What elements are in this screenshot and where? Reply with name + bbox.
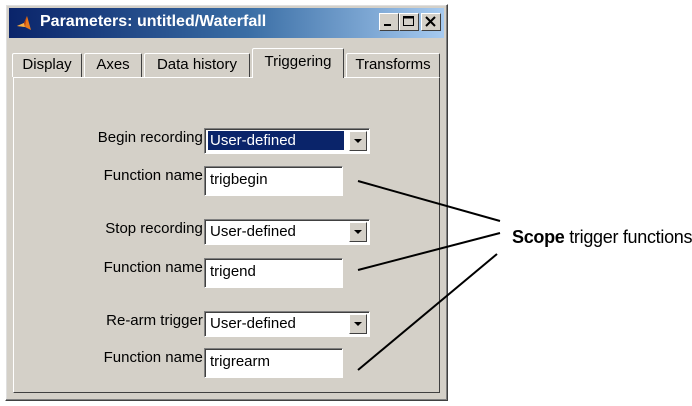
- callout-lines: [357, 180, 501, 371]
- annotation-rest: trigger functions: [564, 227, 692, 247]
- annotation-bold: Scope: [512, 227, 565, 247]
- callout-line-begin: [357, 180, 501, 222]
- annotation-label: Scope trigger functions: [512, 227, 692, 248]
- callout-line-rearm: [357, 253, 498, 371]
- tab-triggering[interactable]: Triggering: [252, 48, 344, 78]
- callout-line-stop: [357, 232, 501, 271]
